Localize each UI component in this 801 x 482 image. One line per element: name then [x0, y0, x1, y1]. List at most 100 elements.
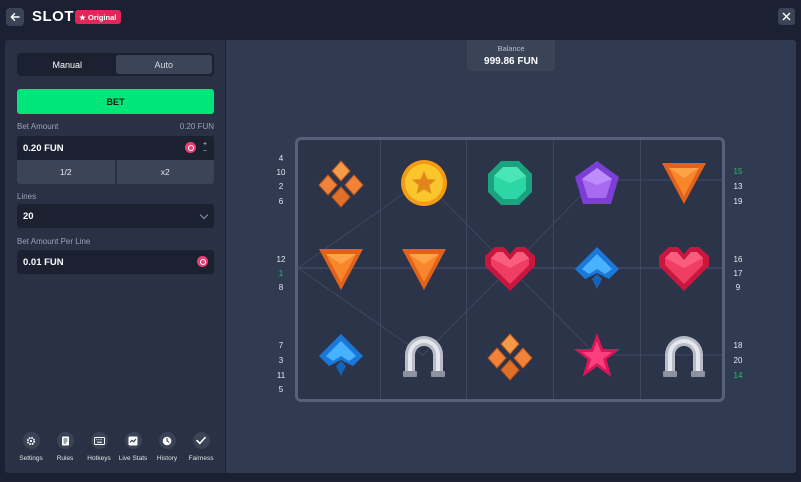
keyboard-icon: [93, 436, 105, 445]
symbol-pentagon-purple: [554, 140, 640, 226]
per-line-input: 0.01 FUN: [17, 250, 214, 274]
star-icon: [79, 13, 86, 20]
bet-multiplier-row: 1/2 x2: [17, 160, 214, 184]
check-icon: [196, 436, 206, 445]
fun-coin-icon: [197, 256, 208, 267]
original-badge: Original: [75, 10, 122, 24]
octagon-gem-icon: [488, 161, 532, 205]
reels-board: [295, 137, 725, 402]
symbol-triangle-orange: [298, 226, 384, 312]
line-number: 11: [276, 371, 286, 380]
line-number-highlighted: 1: [278, 269, 284, 278]
close-icon: [782, 12, 791, 21]
line-number: 5: [278, 385, 284, 394]
tab-auto[interactable]: Auto: [115, 55, 212, 74]
heart-gem-icon: [485, 247, 535, 291]
step-down-button[interactable]: −: [203, 148, 207, 155]
symbol-spade-blue: [298, 313, 384, 399]
symbol-coin-star-gold: [381, 140, 467, 226]
symbol-star-pink: [554, 313, 640, 399]
line-number: 17: [733, 269, 743, 278]
line-number-highlighted: 14: [733, 371, 743, 380]
symbol-heart-red: [641, 226, 727, 312]
line-number: 8: [278, 283, 284, 292]
per-line-label: Bet Amount Per Line: [17, 237, 91, 246]
symbol-diamonds-orange: [298, 140, 384, 226]
bet-sidebar: Manual Auto BET Bet Amount 0.20 FUN 0.20…: [5, 40, 225, 473]
symbol-heart-red: [467, 226, 553, 312]
horseshoe-icon: [403, 336, 445, 377]
line-number: 20: [733, 356, 743, 365]
lines-select[interactable]: 20: [17, 204, 214, 228]
close-button[interactable]: [778, 8, 795, 25]
chevron-down-icon: [199, 210, 209, 220]
double-bet-button[interactable]: x2: [116, 160, 214, 184]
heart-gem-icon: [659, 247, 709, 291]
rules-button[interactable]: Rules: [49, 432, 81, 468]
bet-button[interactable]: BET: [17, 89, 214, 114]
line-number: 7: [278, 341, 284, 350]
bet-amount-stepper[interactable]: + −: [201, 141, 209, 155]
mode-switch: Manual Auto: [17, 53, 214, 76]
clock-icon: [162, 436, 172, 445]
line-number: 4: [278, 154, 284, 163]
settings-label: Settings: [19, 455, 43, 462]
document-icon: [61, 436, 69, 445]
line-number: 19: [733, 197, 743, 206]
diamonds-symbol-icon: [318, 160, 364, 208]
line-number: 6: [278, 197, 284, 206]
half-bet-button[interactable]: 1/2: [17, 160, 115, 184]
arrow-left-icon: [10, 13, 20, 21]
tab-manual[interactable]: Manual: [19, 55, 116, 74]
line-number: 9: [735, 283, 741, 292]
fairness-label: Fairness: [188, 455, 214, 462]
back-button[interactable]: [6, 8, 24, 26]
rules-label: Rules: [56, 455, 74, 462]
live-stats-label: Live Stats: [118, 455, 148, 462]
symbol-triangle-orange: [381, 226, 467, 312]
spade-gem-icon: [575, 247, 619, 289]
symbol-spade-blue: [554, 226, 640, 312]
per-line-value: 0.01 FUN: [23, 257, 64, 268]
bet-amount-value: 0.20 FUN: [23, 143, 64, 154]
hotkeys-label: Hotkeys: [87, 455, 111, 462]
fun-coin-icon: [185, 142, 196, 153]
gear-icon: [26, 436, 36, 445]
line-number: 16: [733, 255, 743, 264]
hotkeys-button[interactable]: Hotkeys: [83, 432, 115, 468]
history-label: History: [156, 455, 178, 462]
sidebar-footer: Settings Rules Hotkeys Live Stats Histor…: [5, 432, 225, 468]
line-number: 2: [278, 182, 284, 191]
horseshoe-icon: [663, 336, 705, 377]
triangle-gem-icon: [319, 249, 363, 290]
step-up-button[interactable]: +: [203, 141, 207, 148]
bet-amount-input[interactable]: 0.20 FUN + −: [17, 136, 214, 160]
fairness-button[interactable]: Fairness: [185, 432, 217, 468]
triangle-gem-icon: [662, 163, 706, 204]
badge-label: Original: [88, 12, 117, 22]
symbol-horseshoe-silver: [641, 313, 727, 399]
balance-panel: Balance 999.86 FUN: [467, 40, 555, 71]
line-number-highlighted: 15: [733, 167, 743, 176]
bet-amount-value-display: 0.20 FUN: [179, 122, 214, 131]
top-bar: SLOT Original: [0, 0, 801, 34]
spade-gem-icon: [319, 334, 363, 376]
pentagon-gem-icon: [575, 161, 619, 204]
game-area: Balance 999.86 FUN 4 10 2 6 12 1 8 7 3 1…: [226, 40, 796, 473]
triangle-gem-icon: [402, 249, 446, 290]
line-number: 13: [733, 182, 743, 191]
line-number: 3: [278, 356, 284, 365]
balance-value: 999.86 FUN: [484, 56, 538, 67]
lines-label: Lines: [17, 192, 37, 201]
coin-star-icon: [401, 160, 447, 206]
diamonds-symbol-icon: [487, 333, 533, 381]
line-number: 10: [276, 168, 286, 177]
history-button[interactable]: History: [151, 432, 183, 468]
live-stats-button[interactable]: Live Stats: [117, 432, 149, 468]
star-gem-icon: [574, 333, 620, 377]
bet-amount-label: Bet Amount: [17, 122, 59, 131]
settings-button[interactable]: Settings: [15, 432, 47, 468]
symbol-octagon-green: [467, 140, 553, 226]
chart-icon: [128, 436, 138, 445]
balance-label: Balance: [497, 44, 525, 53]
